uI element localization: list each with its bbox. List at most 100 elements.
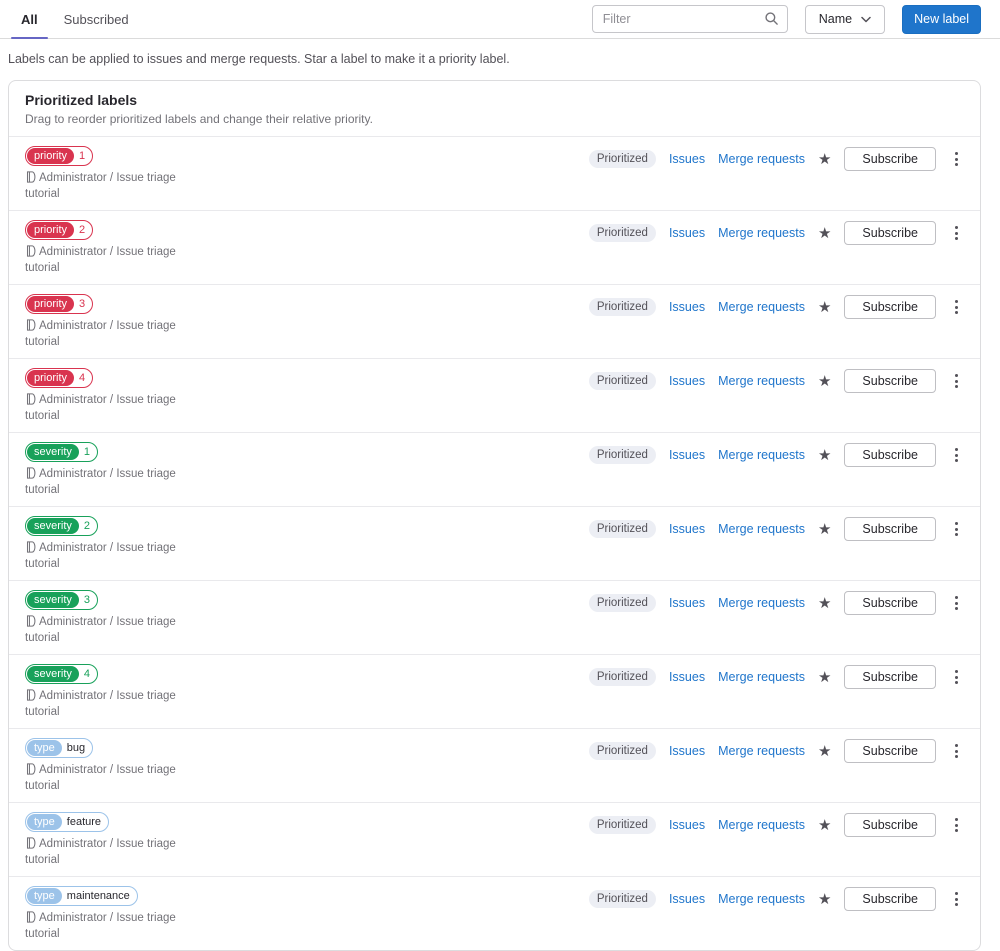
subscribe-button[interactable]: Subscribe [844,517,936,541]
project-icon [26,763,36,775]
issues-link[interactable]: Issues [669,892,705,906]
issues-link[interactable]: Issues [669,300,705,314]
label-actions: Prioritized Issues Merge requests ★ Subs… [588,294,964,319]
project-path: Administrator / Issue triage tutorial [25,616,176,644]
merge-requests-link[interactable]: Merge requests [718,670,805,684]
kebab-menu-icon[interactable] [949,295,964,319]
kebab-menu-icon[interactable] [949,221,964,245]
kebab-menu-icon[interactable] [949,147,964,171]
sort-dropdown-label: Name [818,12,853,26]
new-label-button[interactable]: New label [902,4,981,34]
prioritized-badge: Prioritized [588,150,656,168]
scoped-label[interactable]: priority 2 [25,220,94,240]
label-info: type maintenance Administrator / Issue t… [25,886,200,942]
kebab-menu-icon[interactable] [949,665,964,689]
scoped-label[interactable]: priority 3 [25,294,94,314]
star-icon[interactable]: ★ [818,670,831,685]
scoped-label[interactable]: severity 2 [25,516,99,536]
merge-requests-link[interactable]: Merge requests [718,152,805,166]
scoped-label[interactable]: severity 4 [25,664,99,684]
kebab-menu-icon[interactable] [949,591,964,615]
subscribe-button[interactable]: Subscribe [844,221,936,245]
subscribe-button[interactable]: Subscribe [844,147,936,171]
label-actions: Prioritized Issues Merge requests ★ Subs… [588,812,964,837]
merge-requests-link[interactable]: Merge requests [718,818,805,832]
subscribe-button[interactable]: Subscribe [844,887,936,911]
scoped-label[interactable]: type bug [25,738,94,758]
scoped-label[interactable]: priority 1 [25,146,94,166]
subscribe-button[interactable]: Subscribe [844,591,936,615]
scoped-label-key: priority [27,148,75,164]
star-icon[interactable]: ★ [818,744,831,759]
scoped-label[interactable]: severity 3 [25,590,99,610]
scoped-label[interactable]: priority 4 [25,368,94,388]
issues-link[interactable]: Issues [669,744,705,758]
sort-dropdown[interactable]: Name [804,4,886,34]
scoped-label-value: 3 [83,594,91,606]
merge-requests-link[interactable]: Merge requests [718,744,805,758]
merge-requests-link[interactable]: Merge requests [718,892,805,906]
issues-link[interactable]: Issues [669,374,705,388]
star-icon[interactable]: ★ [818,448,831,463]
merge-requests-link[interactable]: Merge requests [718,522,805,536]
scoped-label-value: feature [66,816,102,828]
kebab-menu-icon[interactable] [949,369,964,393]
prioritized-badge: Prioritized [588,520,656,538]
project-path: Administrator / Issue triage tutorial [25,468,176,496]
subscribe-button[interactable]: Subscribe [844,369,936,393]
kebab-menu-icon[interactable] [949,443,964,467]
subscribe-button[interactable]: Subscribe [844,739,936,763]
project-path: Administrator / Issue triage tutorial [25,542,176,570]
merge-requests-link[interactable]: Merge requests [718,300,805,314]
subscribe-button[interactable]: Subscribe [844,295,936,319]
scoped-label[interactable]: type maintenance [25,886,138,906]
tab-all[interactable]: All [8,0,51,39]
prioritized-badge: Prioritized [588,594,656,612]
scoped-label-value: 1 [79,150,86,162]
star-icon[interactable]: ★ [818,300,831,315]
star-icon[interactable]: ★ [818,892,831,907]
issues-link[interactable]: Issues [669,596,705,610]
star-icon[interactable]: ★ [818,226,831,241]
kebab-menu-icon[interactable] [949,517,964,541]
filter-field [591,5,788,33]
card-header: Prioritized labels Drag to reorder prior… [9,81,980,137]
merge-requests-link[interactable]: Merge requests [718,448,805,462]
label-actions: Prioritized Issues Merge requests ★ Subs… [588,664,964,689]
star-icon[interactable]: ★ [818,522,831,537]
filter-input[interactable] [591,5,788,33]
scoped-label[interactable]: severity 1 [25,442,99,462]
issues-link[interactable]: Issues [669,522,705,536]
issues-link[interactable]: Issues [669,670,705,684]
scoped-label[interactable]: type feature [25,812,110,832]
issues-link[interactable]: Issues [669,448,705,462]
subscribe-button[interactable]: Subscribe [844,443,936,467]
issues-link[interactable]: Issues [669,226,705,240]
merge-requests-link[interactable]: Merge requests [718,226,805,240]
star-icon[interactable]: ★ [818,374,831,389]
project-path: Administrator / Issue triage tutorial [25,690,176,718]
kebab-menu-icon[interactable] [949,739,964,763]
kebab-menu-icon[interactable] [949,813,964,837]
label-actions: Prioritized Issues Merge requests ★ Subs… [588,146,964,171]
kebab-menu-icon[interactable] [949,887,964,911]
issues-link[interactable]: Issues [669,152,705,166]
page-description: Labels can be applied to issues and merg… [8,52,510,66]
project-path: Administrator / Issue triage tutorial [25,172,176,200]
subscribe-button[interactable]: Subscribe [844,665,936,689]
scoped-label-key: type [27,888,62,904]
issues-link[interactable]: Issues [669,818,705,832]
card-subtitle: Drag to reorder prioritized labels and c… [25,112,373,126]
star-icon[interactable]: ★ [818,152,831,167]
merge-requests-link[interactable]: Merge requests [718,596,805,610]
prioritized-badge: Prioritized [588,372,656,390]
scoped-label-value: bug [66,742,86,754]
star-icon[interactable]: ★ [818,818,831,833]
label-row: severity 2 Administrator / Issue triage … [9,507,980,581]
project-icon [26,615,36,627]
merge-requests-link[interactable]: Merge requests [718,374,805,388]
star-icon[interactable]: ★ [818,596,831,611]
label-project: Administrator / Issue triage tutorial [25,540,200,572]
subscribe-button[interactable]: Subscribe [844,813,936,837]
tab-subscribed[interactable]: Subscribed [51,0,142,38]
